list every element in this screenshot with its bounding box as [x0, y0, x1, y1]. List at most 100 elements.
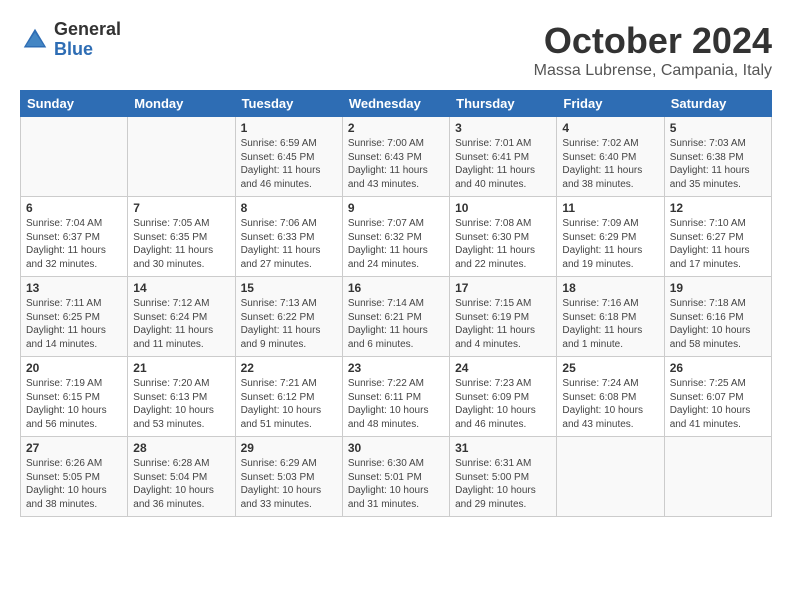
day-info: Sunrise: 7:13 AM Sunset: 6:22 PM Dayligh… — [241, 297, 337, 351]
day-number: 15 — [241, 281, 337, 295]
calendar-cell — [21, 117, 128, 197]
col-header-saturday: Saturday — [664, 91, 771, 117]
day-info: Sunrise: 7:04 AM Sunset: 6:37 PM Dayligh… — [26, 217, 122, 271]
calendar-cell: 25Sunrise: 7:24 AM Sunset: 6:08 PM Dayli… — [557, 357, 664, 437]
day-number: 24 — [455, 361, 551, 375]
day-info: Sunrise: 7:01 AM Sunset: 6:41 PM Dayligh… — [455, 137, 551, 191]
day-number: 22 — [241, 361, 337, 375]
day-info: Sunrise: 7:16 AM Sunset: 6:18 PM Dayligh… — [562, 297, 658, 351]
day-info: Sunrise: 7:06 AM Sunset: 6:33 PM Dayligh… — [241, 217, 337, 271]
day-info: Sunrise: 7:24 AM Sunset: 6:08 PM Dayligh… — [562, 377, 658, 431]
calendar-cell: 23 Sunrise: 7:22 AM Sunset: 6:11 PM Dayli… — [342, 357, 449, 437]
calendar-cell: 10 Sunrise: 7:08 AM Sunset: 6:30 PM Dayli… — [450, 197, 557, 277]
calendar-cell: 24Sunrise: 7:23 AM Sunset: 6:09 PM Dayli… — [450, 357, 557, 437]
calendar-cell: 2 Sunrise: 7:00 AM Sunset: 6:43 PM Daylig… — [342, 117, 449, 197]
col-header-tuesday: Tuesday — [235, 91, 342, 117]
day-number: 2 — [348, 121, 444, 135]
logo-blue-text: Blue — [54, 40, 121, 60]
col-header-thursday: Thursday — [450, 91, 557, 117]
page-header: General Blue October 2024 Massa Lubrense… — [20, 20, 772, 80]
calendar-cell: 19Sunrise: 7:18 AM Sunset: 6:16 PM Dayli… — [664, 277, 771, 357]
day-number: 1 — [241, 121, 337, 135]
logo: General Blue — [20, 20, 121, 60]
calendar-cell: 17 Sunrise: 7:15 AM Sunset: 6:19 PM Dayli… — [450, 277, 557, 357]
day-number: 4 — [562, 121, 658, 135]
logo-general-text: General — [54, 20, 121, 40]
calendar-cell: 16Sunrise: 7:14 AM Sunset: 6:21 PM Dayli… — [342, 277, 449, 357]
calendar-cell: 5 Sunrise: 7:03 AM Sunset: 6:38 PM Daylig… — [664, 117, 771, 197]
calendar-header-row: SundayMondayTuesdayWednesdayThursdayFrid… — [21, 91, 772, 117]
day-number: 6 — [26, 201, 122, 215]
calendar-cell: 8 Sunrise: 7:06 AM Sunset: 6:33 PM Daylig… — [235, 197, 342, 277]
day-info: Sunrise: 7:09 AM Sunset: 6:29 PM Dayligh… — [562, 217, 658, 271]
day-info: Sunrise: 7:18 AM Sunset: 6:16 PM Dayligh… — [670, 297, 766, 351]
calendar-week-row: 1Sunrise: 6:59 AM Sunset: 6:45 PM Daylig… — [21, 117, 772, 197]
logo-icon — [20, 25, 50, 55]
day-number: 12 — [670, 201, 766, 215]
day-number: 8 — [241, 201, 337, 215]
day-info: Sunrise: 7:19 AM Sunset: 6:15 PM Dayligh… — [26, 377, 122, 431]
calendar-cell: 18 Sunrise: 7:16 AM Sunset: 6:18 PM Dayli… — [557, 277, 664, 357]
day-number: 23 — [348, 361, 444, 375]
calendar-week-row: 20 Sunrise: 7:19 AM Sunset: 6:15 PM Dayli… — [21, 357, 772, 437]
day-info: Sunrise: 7:08 AM Sunset: 6:30 PM Dayligh… — [455, 217, 551, 271]
day-info: Sunrise: 6:28 AM Sunset: 5:04 PM Dayligh… — [133, 457, 229, 511]
day-info: Sunrise: 6:30 AM Sunset: 5:01 PM Dayligh… — [348, 457, 444, 511]
day-info: Sunrise: 7:22 AM Sunset: 6:11 PM Dayligh… — [348, 377, 444, 431]
calendar-cell: 4 Sunrise: 7:02 AM Sunset: 6:40 PM Daylig… — [557, 117, 664, 197]
day-info: Sunrise: 7:05 AM Sunset: 6:35 PM Dayligh… — [133, 217, 229, 271]
month-title: October 2024 — [534, 20, 772, 62]
calendar-cell: 6 Sunrise: 7:04 AM Sunset: 6:37 PM Daylig… — [21, 197, 128, 277]
day-info: Sunrise: 7:20 AM Sunset: 6:13 PM Dayligh… — [133, 377, 229, 431]
calendar-cell: 22Sunrise: 7:21 AM Sunset: 6:12 PM Dayli… — [235, 357, 342, 437]
calendar-cell — [557, 437, 664, 517]
day-number: 17 — [455, 281, 551, 295]
day-number: 21 — [133, 361, 229, 375]
day-info: Sunrise: 7:02 AM Sunset: 6:40 PM Dayligh… — [562, 137, 658, 191]
day-info: Sunrise: 7:15 AM Sunset: 6:19 PM Dayligh… — [455, 297, 551, 351]
calendar-cell: 21 Sunrise: 7:20 AM Sunset: 6:13 PM Dayli… — [128, 357, 235, 437]
calendar-cell — [664, 437, 771, 517]
day-info: Sunrise: 7:07 AM Sunset: 6:32 PM Dayligh… — [348, 217, 444, 271]
day-number: 18 — [562, 281, 658, 295]
day-info: Sunrise: 7:25 AM Sunset: 6:07 PM Dayligh… — [670, 377, 766, 431]
day-number: 13 — [26, 281, 122, 295]
day-number: 30 — [348, 441, 444, 455]
day-number: 9 — [348, 201, 444, 215]
calendar-cell: 31 Sunrise: 6:31 AM Sunset: 5:00 PM Dayli… — [450, 437, 557, 517]
calendar-cell: 7Sunrise: 7:05 AM Sunset: 6:35 PM Daylig… — [128, 197, 235, 277]
calendar-cell: 15 Sunrise: 7:13 AM Sunset: 6:22 PM Dayli… — [235, 277, 342, 357]
day-number: 31 — [455, 441, 551, 455]
calendar-week-row: 13 Sunrise: 7:11 AM Sunset: 6:25 PM Dayli… — [21, 277, 772, 357]
day-number: 10 — [455, 201, 551, 215]
calendar-cell: 1Sunrise: 6:59 AM Sunset: 6:45 PM Daylig… — [235, 117, 342, 197]
calendar-cell: 27 Sunrise: 6:26 AM Sunset: 5:05 PM Dayli… — [21, 437, 128, 517]
location-subtitle: Massa Lubrense, Campania, Italy — [534, 62, 772, 80]
day-info: Sunrise: 6:31 AM Sunset: 5:00 PM Dayligh… — [455, 457, 551, 511]
day-info: Sunrise: 7:03 AM Sunset: 6:38 PM Dayligh… — [670, 137, 766, 191]
calendar-week-row: 6 Sunrise: 7:04 AM Sunset: 6:37 PM Daylig… — [21, 197, 772, 277]
day-number: 27 — [26, 441, 122, 455]
day-info: Sunrise: 7:00 AM Sunset: 6:43 PM Dayligh… — [348, 137, 444, 191]
day-number: 16 — [348, 281, 444, 295]
calendar-table: SundayMondayTuesdayWednesdayThursdayFrid… — [20, 90, 772, 517]
calendar-cell: 29Sunrise: 6:29 AM Sunset: 5:03 PM Dayli… — [235, 437, 342, 517]
calendar-cell: 3Sunrise: 7:01 AM Sunset: 6:41 PM Daylig… — [450, 117, 557, 197]
day-number: 5 — [670, 121, 766, 135]
calendar-cell: 20 Sunrise: 7:19 AM Sunset: 6:15 PM Dayli… — [21, 357, 128, 437]
calendar-week-row: 27 Sunrise: 6:26 AM Sunset: 5:05 PM Dayli… — [21, 437, 772, 517]
day-number: 20 — [26, 361, 122, 375]
day-info: Sunrise: 6:26 AM Sunset: 5:05 PM Dayligh… — [26, 457, 122, 511]
day-number: 14 — [133, 281, 229, 295]
day-number: 26 — [670, 361, 766, 375]
calendar-cell: 28 Sunrise: 6:28 AM Sunset: 5:04 PM Dayli… — [128, 437, 235, 517]
day-number: 29 — [241, 441, 337, 455]
title-block: October 2024 Massa Lubrense, Campania, I… — [534, 20, 772, 80]
calendar-cell: 26 Sunrise: 7:25 AM Sunset: 6:07 PM Dayli… — [664, 357, 771, 437]
day-number: 28 — [133, 441, 229, 455]
day-number: 11 — [562, 201, 658, 215]
day-info: Sunrise: 7:11 AM Sunset: 6:25 PM Dayligh… — [26, 297, 122, 351]
calendar-cell: 9 Sunrise: 7:07 AM Sunset: 6:32 PM Daylig… — [342, 197, 449, 277]
calendar-cell: 11 Sunrise: 7:09 AM Sunset: 6:29 PM Dayli… — [557, 197, 664, 277]
calendar-cell: 13 Sunrise: 7:11 AM Sunset: 6:25 PM Dayli… — [21, 277, 128, 357]
